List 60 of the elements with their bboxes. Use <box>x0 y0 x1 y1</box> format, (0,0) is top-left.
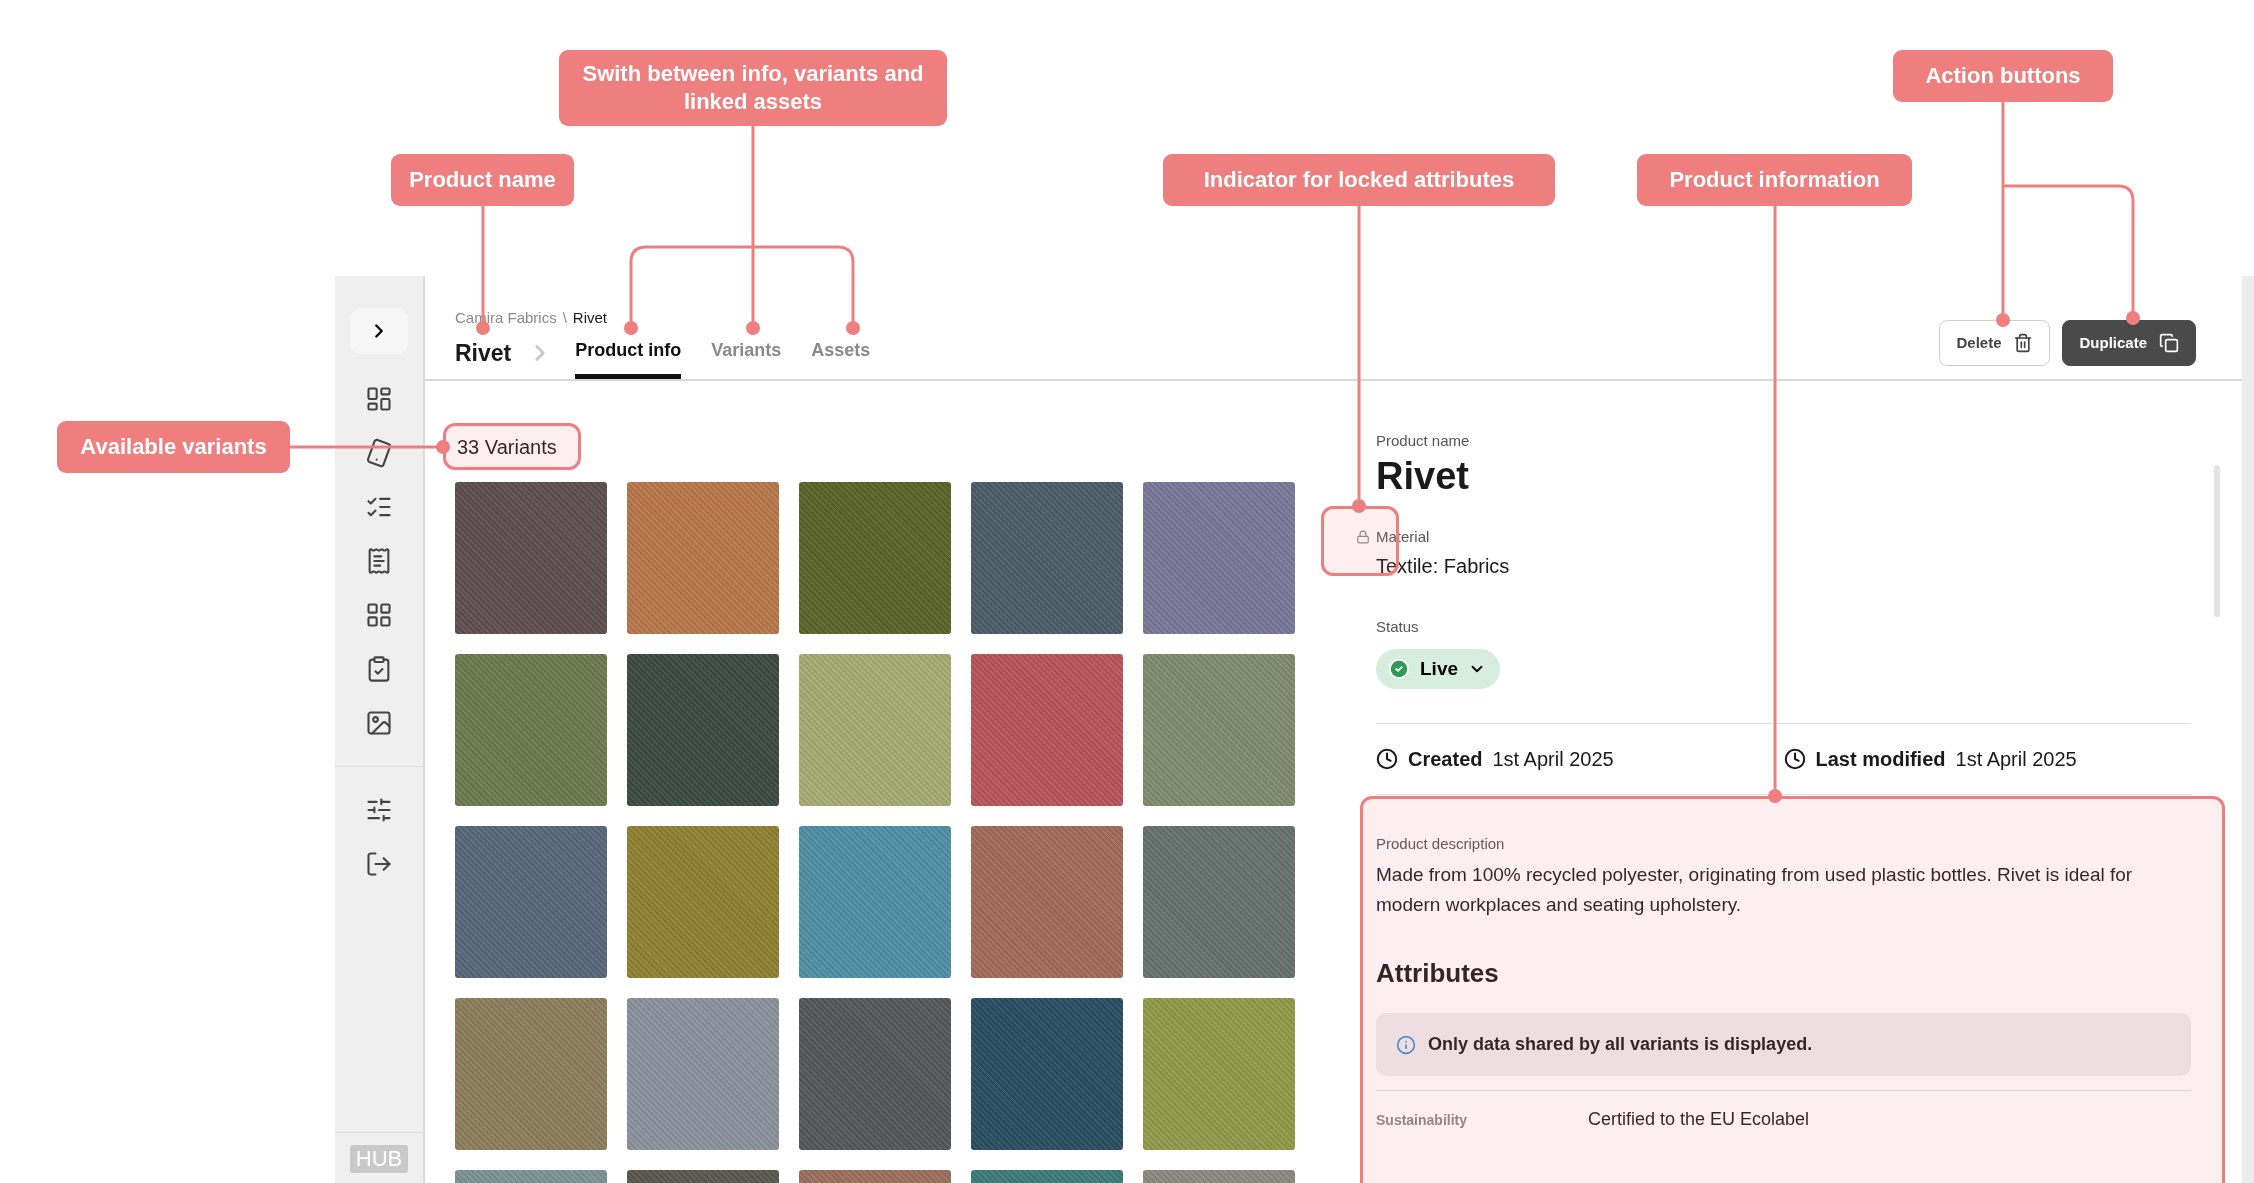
annotation-callout: Available variants <box>57 421 290 473</box>
trash-icon <box>2013 332 2034 353</box>
annotation-callout: Product information <box>1637 154 1912 206</box>
duplicate-button[interactable]: Duplicate <box>2062 319 2196 366</box>
section-heading: Attributes <box>1376 958 1500 989</box>
fabric-swatch[interactable] <box>1143 998 1295 1150</box>
fabric-swatch[interactable] <box>627 826 779 978</box>
fabric-swatch[interactable] <box>627 482 779 634</box>
field-label: Status <box>1376 618 1419 635</box>
product-description: Made from 100% recycled polyester, originating from used plastic bottles. Rivet is ideal for modern workplaces and seating upholstery. <box>1376 863 2134 917</box>
attribute-name: Sustainability <box>1376 1112 1469 1128</box>
annotation-callout: Swith between info, variants and linked assets <box>559 50 947 126</box>
annotation-callout: Product name <box>391 154 574 206</box>
fabric-swatch[interactable] <box>971 998 1123 1150</box>
fabric-swatch[interactable] <box>971 654 1123 806</box>
page-title: Rivet <box>455 340 512 366</box>
fabric-swatch[interactable] <box>455 654 607 806</box>
fabric-swatch[interactable] <box>1143 482 1295 634</box>
copy-icon <box>2159 332 2179 353</box>
date-label: Last modified <box>1815 747 1946 771</box>
breadcrumb-current: Rivet <box>572 309 608 326</box>
image-icon[interactable] <box>365 709 393 737</box>
field-label: Product description <box>1376 835 1505 852</box>
variant-count: 33 Variants <box>457 435 557 459</box>
breadcrumb-separator: \ <box>562 309 567 326</box>
fabric-swatch[interactable] <box>971 482 1123 634</box>
tab[interactable]: Product info <box>575 340 682 379</box>
expand-button[interactable] <box>350 308 408 354</box>
fabric-swatch[interactable] <box>455 482 607 634</box>
logout-icon[interactable] <box>365 850 393 878</box>
check-icon <box>1388 658 1410 680</box>
fabric-swatch[interactable] <box>1143 826 1295 978</box>
clock-icon <box>1783 748 1806 770</box>
date-label: Created <box>1408 747 1483 771</box>
fabric-swatch[interactable] <box>455 826 607 978</box>
date-value: 1st April 2025 <box>1955 747 2077 771</box>
attribute-value: Certified to the EU Ecolabel <box>1588 1109 1810 1130</box>
clock-icon <box>1376 748 1398 770</box>
fabric-swatch[interactable] <box>971 826 1123 978</box>
annotation-callout: Action buttons <box>1893 50 2113 102</box>
fabric-swatch[interactable] <box>627 998 779 1150</box>
card-icon[interactable] <box>365 439 393 467</box>
fabric-swatch[interactable] <box>799 654 951 806</box>
notice-text: Only data shared by all variants is displayed. <box>1428 1034 1813 1055</box>
info-icon <box>1396 1034 1416 1055</box>
field-label: Product name <box>1376 432 1470 449</box>
fabric-swatch[interactable] <box>799 998 951 1150</box>
product-name: Rivet <box>1376 455 1470 498</box>
fabric-swatch[interactable] <box>1143 654 1295 806</box>
status-dropdown[interactable]: Live <box>1376 649 1501 689</box>
grid-icon[interactable] <box>365 601 393 629</box>
date-value: 1st April 2025 <box>1492 747 1614 771</box>
fabric-swatch[interactable] <box>799 482 951 634</box>
annotation-callout: Indicator for locked attributes <box>1163 154 1555 206</box>
fabric-swatch[interactable] <box>799 826 951 978</box>
fabric-swatch[interactable] <box>627 654 779 806</box>
delete-button[interactable]: Delete <box>1939 319 2051 366</box>
dashboard-icon[interactable] <box>365 385 393 413</box>
fabric-swatch[interactable] <box>455 998 607 1150</box>
settings-icon[interactable] <box>365 796 393 824</box>
